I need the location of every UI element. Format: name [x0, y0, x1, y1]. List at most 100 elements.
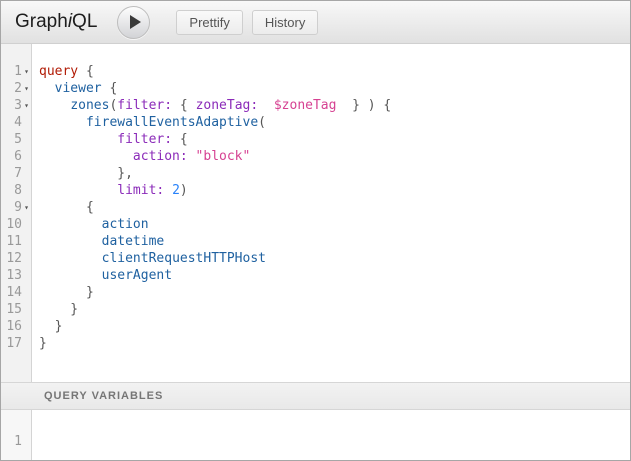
code-line[interactable]: {	[39, 199, 630, 216]
token-keyword: query	[39, 64, 78, 79]
code-line[interactable]: action	[39, 216, 630, 233]
token-punct	[39, 149, 133, 164]
query-code[interactable]: query { viewer { zones(filter: { zoneTag…	[32, 44, 630, 382]
line-number: 12	[1, 250, 22, 267]
fold-spacer	[22, 284, 31, 301]
code-line[interactable]: }	[39, 318, 630, 335]
code-line[interactable]: },	[39, 165, 630, 182]
token-punct: }	[39, 319, 62, 334]
logo-text: QL	[72, 11, 97, 32]
toolbar: GraphiQL Prettify History	[1, 1, 630, 44]
token-attribute: filter:	[117, 98, 172, 113]
line-number: 11	[1, 233, 22, 250]
token-punct: }	[39, 336, 47, 351]
gutter-row: 16	[1, 318, 31, 335]
token-punct	[39, 132, 117, 147]
token-string: "block"	[196, 149, 251, 164]
line-number: 1	[1, 63, 22, 80]
history-button[interactable]: History	[252, 10, 318, 35]
prettify-button[interactable]: Prettify	[176, 10, 242, 35]
fold-arrow-icon[interactable]: ▾	[22, 97, 31, 114]
gutter-row: 9▾	[1, 199, 31, 216]
code-line[interactable]: viewer {	[39, 80, 630, 97]
query-gutter: 1▾2▾3▾456789▾1011121314151617	[1, 44, 32, 382]
code-line[interactable]: datetime	[39, 233, 630, 250]
code-line[interactable]: limit: 2)	[39, 182, 630, 199]
gutter-row: 13	[1, 267, 31, 284]
token-punct: }	[39, 302, 78, 317]
fold-spacer	[22, 301, 31, 318]
logo-text: Graph	[15, 11, 68, 32]
code-line[interactable]: action: "block"	[39, 148, 630, 165]
token-variable: $zoneTag	[274, 98, 337, 113]
token-attribute: filter:	[117, 132, 172, 147]
token-property: clientRequestHTTPHost	[102, 251, 266, 266]
token-punct: } ) {	[336, 98, 391, 113]
code-line[interactable]: }	[39, 284, 630, 301]
token-attribute: zoneTag:	[196, 98, 259, 113]
token-property: zones	[70, 98, 109, 113]
query-editor[interactable]: 1▾2▾3▾456789▾1011121314151617 query { vi…	[1, 44, 630, 382]
fold-arrow-icon[interactable]: ▾	[22, 80, 31, 97]
token-attribute: action:	[133, 149, 188, 164]
line-number: 6	[1, 148, 22, 165]
line-number: 7	[1, 165, 22, 182]
fold-spacer	[22, 433, 31, 450]
fold-spacer	[22, 318, 31, 335]
gutter-row: 10	[1, 216, 31, 233]
fold-arrow-icon[interactable]: ▾	[22, 63, 31, 80]
line-number: 15	[1, 301, 22, 318]
code-line[interactable]: zones(filter: { zoneTag: $zoneTag } ) {	[39, 97, 630, 114]
token-punct: {	[172, 132, 188, 147]
query-variables-title-bar[interactable]: QUERY VARIABLES	[1, 382, 630, 410]
token-punct	[39, 183, 117, 198]
code-line[interactable]: }	[39, 301, 630, 318]
variables-code[interactable]: {"zoneTag":""}	[32, 410, 630, 460]
fold-spacer	[22, 131, 31, 148]
line-number: 1	[1, 433, 22, 450]
token-punct	[39, 98, 70, 113]
fold-spacer	[22, 267, 31, 284]
gutter-row: 12	[1, 250, 31, 267]
token-punct: {	[78, 64, 94, 79]
fold-spacer	[22, 250, 31, 267]
line-number: 16	[1, 318, 22, 335]
gutter-row: 11	[1, 233, 31, 250]
gutter-row: 6	[1, 148, 31, 165]
token-property: action	[102, 217, 149, 232]
gutter-row: 5	[1, 131, 31, 148]
line-number: 4	[1, 114, 22, 131]
token-punct: {	[102, 81, 118, 96]
graphiql-logo: GraphiQL	[15, 11, 97, 33]
line-number: 3	[1, 97, 22, 114]
token-punct	[39, 217, 102, 232]
gutter-row: 1	[1, 433, 31, 450]
gutter-row: 3▾	[1, 97, 31, 114]
code-line[interactable]: query {	[39, 63, 630, 80]
line-number: 8	[1, 182, 22, 199]
code-line[interactable]: userAgent	[39, 267, 630, 284]
execute-query-button[interactable]	[117, 6, 150, 39]
fold-spacer	[22, 148, 31, 165]
fold-spacer	[22, 233, 31, 250]
fold-spacer	[22, 165, 31, 182]
token-punct: {	[172, 98, 195, 113]
fold-spacer	[22, 216, 31, 233]
fold-spacer	[22, 114, 31, 131]
line-number: 10	[1, 216, 22, 233]
gutter-row: 1▾	[1, 63, 31, 80]
code-line[interactable]: }	[39, 335, 630, 352]
fold-arrow-icon[interactable]: ▾	[22, 199, 31, 216]
line-number: 17	[1, 335, 22, 352]
gutter-row: 17	[1, 335, 31, 352]
token-punct	[188, 149, 196, 164]
gutter-row: 14	[1, 284, 31, 301]
token-punct: },	[39, 166, 133, 181]
token-property: userAgent	[102, 268, 172, 283]
code-line[interactable]: firewallEventsAdaptive(	[39, 114, 630, 131]
token-punct	[258, 98, 274, 113]
code-line[interactable]: filter: {	[39, 131, 630, 148]
line-number: 9	[1, 199, 22, 216]
code-line[interactable]: clientRequestHTTPHost	[39, 250, 630, 267]
variables-editor[interactable]: 1 {"zoneTag":""}	[1, 410, 630, 460]
